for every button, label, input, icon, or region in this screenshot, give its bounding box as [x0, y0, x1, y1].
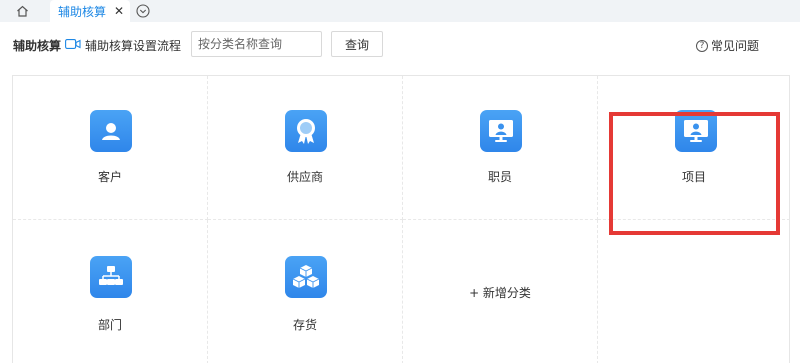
page-title: 辅助核算 [13, 39, 62, 53]
close-icon[interactable]: ✕ [114, 3, 124, 19]
category-department[interactable]: 部门 [13, 220, 208, 363]
category-inventory[interactable]: 存货 [208, 220, 403, 363]
chevron-down-circle-icon [136, 4, 150, 18]
monitor-person-icon [480, 110, 522, 152]
setup-flow-link[interactable]: 辅助核算设置流程 [85, 37, 181, 54]
main-panel: 辅助核算 辅助核算设置流程 查询 ? 常见问题 客户 [0, 22, 800, 363]
video-icon[interactable] [65, 39, 81, 49]
badge-icon [285, 110, 327, 152]
question-icon: ? [696, 39, 708, 52]
category-label: 职员 [487, 170, 512, 184]
tab-label: 辅助核算 [58, 4, 107, 19]
category-search-input[interactable] [191, 31, 322, 57]
empty-cell [598, 220, 790, 363]
category-label: 部门 [97, 318, 122, 332]
tab-auxiliary-accounting[interactable]: 辅助核算 ✕ [50, 0, 130, 22]
category-label: 客户 [97, 170, 122, 184]
monitor-person-icon [675, 110, 717, 152]
category-customer[interactable]: 客户 [13, 76, 208, 220]
boxes-icon [285, 256, 327, 298]
org-chart-icon [90, 256, 132, 298]
category-label: 存货 [292, 318, 317, 332]
person-icon [90, 110, 132, 152]
toolbar: 辅助核算 辅助核算设置流程 查询 ? 常见问题 [0, 22, 800, 70]
home-icon [16, 5, 28, 17]
home-tab[interactable] [8, 0, 36, 22]
faq-label: 常见问题 [711, 39, 760, 53]
add-category-button[interactable]: + 新增分类 [403, 220, 598, 363]
search-button[interactable]: 查询 [331, 31, 383, 57]
category-supplier[interactable]: 供应商 [208, 76, 403, 220]
category-employee[interactable]: 职员 [403, 76, 598, 220]
category-label: 供应商 [286, 170, 323, 184]
add-category-label: + 新增分类 [469, 286, 531, 300]
category-grid: 客户 供应商 职员 项目 部门 存货 + 新增分类 [12, 75, 790, 363]
tab-bar: 辅助核算 ✕ [0, 0, 800, 22]
category-project[interactable]: 项目 [598, 76, 790, 220]
faq-link[interactable]: ? 常见问题 [696, 37, 759, 54]
tab-more-button[interactable] [135, 3, 151, 19]
category-label: 项目 [681, 170, 706, 184]
